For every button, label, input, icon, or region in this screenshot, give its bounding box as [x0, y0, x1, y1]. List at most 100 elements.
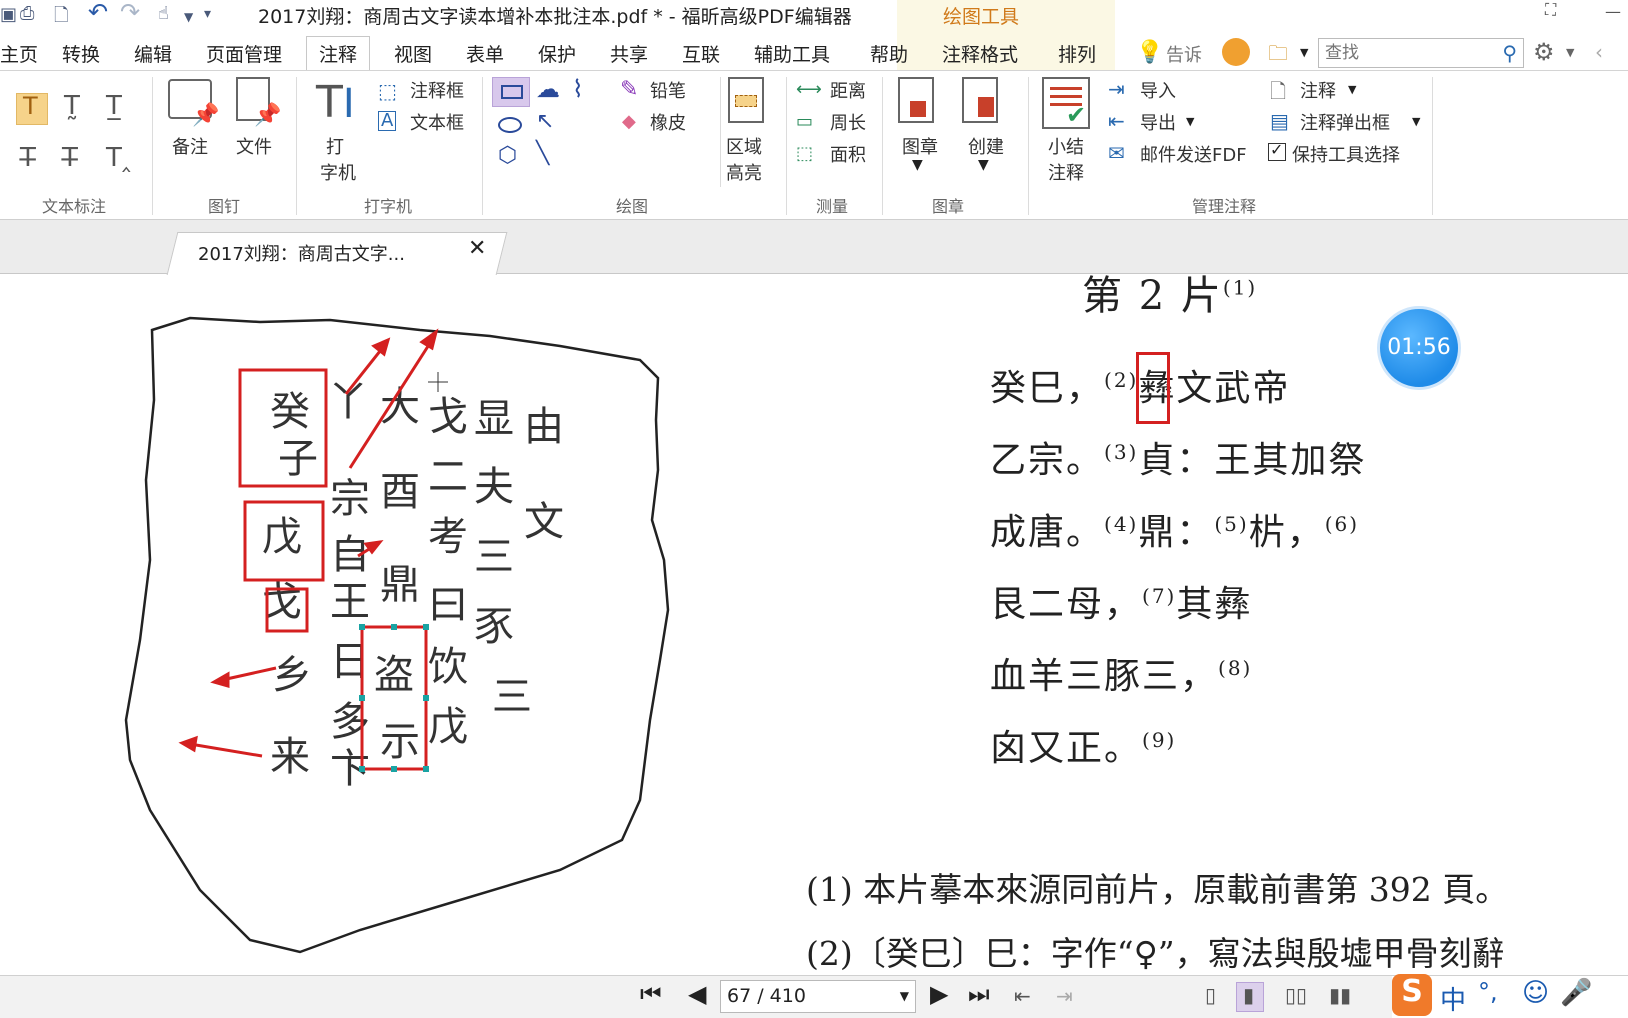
typewriter-icon[interactable]: TI: [316, 77, 355, 128]
find-folder-icon[interactable]: 🗀: [1268, 39, 1288, 73]
insert-text-icon[interactable]: T‸: [106, 143, 131, 173]
rectangle-tool-button[interactable]: [492, 77, 530, 107]
tab-form[interactable]: 表单: [466, 40, 504, 67]
highlight-text-icon[interactable]: T: [16, 92, 48, 125]
cloud-icon[interactable]: ☁: [536, 75, 560, 103]
last-page-icon[interactable]: ⏭: [968, 980, 990, 1008]
redo-icon[interactable]: ↷: [120, 0, 140, 26]
search-box[interactable]: ⚲: [1318, 38, 1524, 68]
summarize-label-line1[interactable]: 小结: [1048, 133, 1084, 159]
popup-dropdown-icon[interactable]: ▼: [1412, 115, 1420, 128]
popup-dropdown[interactable]: 注释弹出框: [1300, 109, 1390, 135]
strikeout-icon[interactable]: T̶: [20, 143, 36, 173]
file-attachment-icon[interactable]: 📌: [236, 77, 281, 128]
find-dropdown-icon[interactable]: ▼: [1300, 46, 1308, 59]
annotation-arrow[interactable]: [189, 742, 263, 758]
area-measure-icon[interactable]: ⬚: [796, 143, 813, 164]
hand-tool-dropdown-icon[interactable]: ▼: [184, 10, 193, 24]
eraser-icon[interactable]: ◆: [622, 111, 636, 132]
previous-view-icon[interactable]: ⇤: [1014, 984, 1031, 1008]
collapse-ribbon-icon[interactable]: ‹: [1595, 40, 1603, 64]
line-icon[interactable]: ╲: [536, 141, 549, 166]
settings-gear-icon[interactable]: ⚙: [1533, 38, 1555, 66]
tab-edit[interactable]: 编辑: [134, 40, 172, 67]
annotations-list-icon[interactable]: 🗋: [1270, 77, 1286, 111]
tab-help[interactable]: 帮助: [870, 40, 908, 67]
tab-connect[interactable]: 互联: [682, 40, 720, 67]
typewriter-label-line2[interactable]: 字机: [320, 159, 356, 185]
settings-dropdown-icon[interactable]: ▼: [1566, 46, 1574, 59]
arrow-icon[interactable]: ↖: [536, 109, 554, 134]
minimize-icon[interactable]: —: [1605, 2, 1621, 21]
tell-me-label[interactable]: 告诉: [1166, 41, 1202, 67]
search-input[interactable]: [1319, 39, 1489, 67]
tab-convert[interactable]: 转换: [62, 40, 100, 67]
export-dropdown-icon[interactable]: ▼: [1186, 115, 1194, 128]
area-highlight-label-line2[interactable]: 高亮: [726, 159, 762, 185]
eraser-button[interactable]: 橡皮: [650, 109, 686, 135]
tab-page-management[interactable]: 页面管理: [206, 40, 282, 67]
page-number-field[interactable]: 67 / 410 ▼: [720, 980, 916, 1013]
tab-share[interactable]: 共享: [610, 40, 648, 67]
stamp-dropdown-icon[interactable]: ▼: [912, 157, 923, 173]
print-icon[interactable]: ⎙: [20, 3, 34, 24]
heart-icon[interactable]: [1222, 38, 1250, 66]
import-button[interactable]: 导入: [1140, 77, 1176, 103]
replace-text-icon[interactable]: T̶: [62, 143, 78, 173]
annotations-dropdown-icon[interactable]: ▼: [1348, 83, 1356, 96]
stamp-icon[interactable]: [898, 77, 934, 123]
tab-accessibility[interactable]: 辅助工具: [754, 40, 830, 67]
textbox-icon[interactable]: A: [378, 111, 397, 131]
file-button[interactable]: 文件: [236, 133, 272, 159]
annotation-rect-text[interactable]: [1136, 352, 1170, 424]
email-fdf-icon[interactable]: ✉: [1108, 141, 1125, 165]
typewriter-label-line1[interactable]: 打: [326, 133, 344, 159]
fullscreen-icon[interactable]: ⛶: [1545, 0, 1556, 20]
new-file-icon[interactable]: 🗋: [54, 3, 68, 33]
create-stamp-button[interactable]: 创建: [968, 133, 1004, 159]
popup-icon[interactable]: ▤: [1270, 109, 1289, 133]
continuous-facing-view-icon[interactable]: ▮▮: [1326, 982, 1354, 1012]
area-measure-button[interactable]: 面积: [830, 141, 866, 167]
oval-icon[interactable]: [498, 117, 522, 133]
sogou-logo-icon[interactable]: S: [1392, 974, 1432, 1016]
squiggly-underline-icon[interactable]: T̰: [64, 91, 80, 121]
pencil-icon[interactable]: ✎: [620, 77, 638, 102]
customize-toolbar-icon[interactable]: ▾: [204, 6, 211, 22]
area-highlight-icon[interactable]: [728, 77, 764, 123]
previous-page-icon[interactable]: ◀: [688, 980, 706, 1008]
underline-icon[interactable]: T̲: [106, 91, 122, 121]
microphone-icon[interactable]: 🎤: [1560, 978, 1592, 1008]
facing-view-icon[interactable]: ▯▯: [1282, 982, 1310, 1012]
single-page-view-icon[interactable]: ▯: [1198, 982, 1226, 1012]
callout-icon[interactable]: ⬚: [378, 79, 397, 103]
tab-view[interactable]: 视图: [394, 40, 432, 67]
first-page-icon[interactable]: ⏮: [640, 980, 662, 1008]
summarize-comments-icon[interactable]: ✔: [1042, 77, 1090, 129]
keep-tool-checkbox[interactable]: ✓: [1268, 140, 1286, 161]
callout-button[interactable]: 注释框: [410, 77, 464, 103]
create-stamp-icon[interactable]: [962, 77, 998, 123]
polyline-icon[interactable]: ⌇: [572, 75, 584, 103]
tab-home[interactable]: 主页: [0, 40, 38, 67]
undo-icon[interactable]: ↶: [88, 0, 108, 26]
import-icon[interactable]: ⇥: [1108, 77, 1125, 101]
create-stamp-dropdown-icon[interactable]: ▼: [978, 157, 989, 173]
emoji-icon[interactable]: ☺: [1522, 978, 1549, 1008]
distance-button[interactable]: 距离: [830, 77, 866, 103]
next-page-icon[interactable]: ▶: [930, 980, 948, 1008]
hand-tool-icon[interactable]: ☝: [158, 3, 169, 24]
pencil-button[interactable]: 铅笔: [650, 77, 686, 103]
perimeter-button[interactable]: 周长: [830, 109, 866, 135]
email-fdf-button[interactable]: 邮件发送FDF: [1140, 141, 1247, 167]
polygon-icon[interactable]: ⬡: [498, 143, 517, 168]
ime-punctuation-toggle[interactable]: °,: [1478, 978, 1498, 1006]
tab-arrange[interactable]: 排列: [1058, 40, 1096, 67]
page-dropdown-icon[interactable]: ▼: [900, 981, 909, 1012]
keep-tool-label[interactable]: 保持工具选择: [1292, 141, 1400, 167]
ime-language-toggle[interactable]: 中: [1440, 980, 1466, 1017]
note-button[interactable]: 备注: [172, 133, 208, 159]
save-icon[interactable]: ▣: [0, 4, 17, 25]
tab-comment[interactable]: 注释: [306, 36, 371, 72]
stamp-button[interactable]: 图章: [902, 133, 938, 159]
